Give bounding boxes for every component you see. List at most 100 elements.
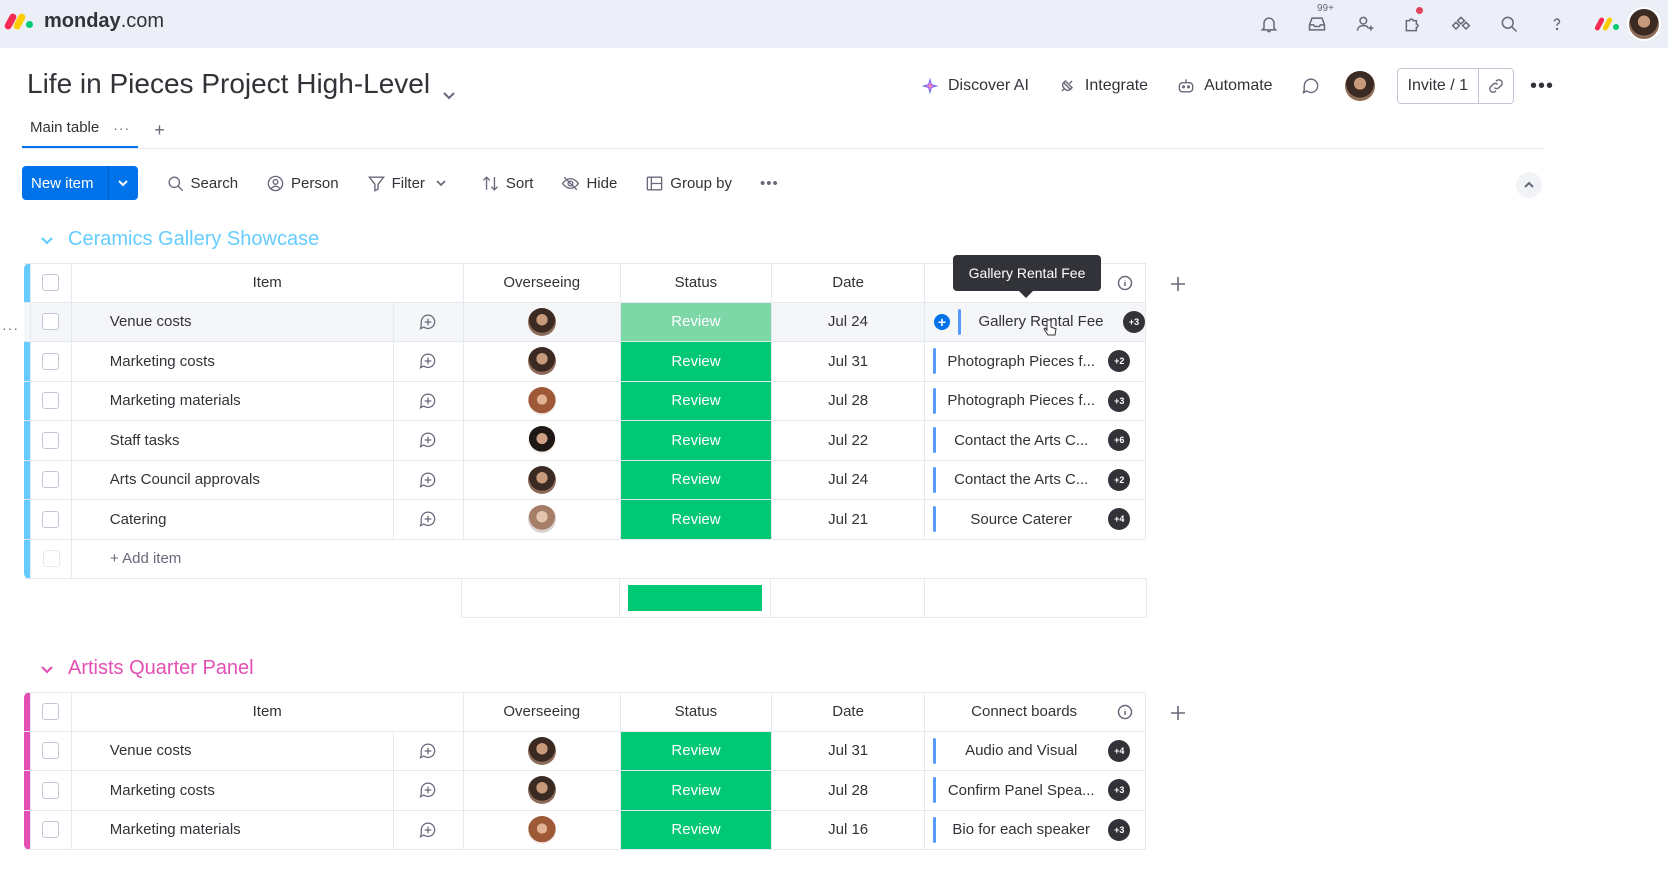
add-column-button[interactable]: [1158, 693, 1198, 732]
connect-boards-cell[interactable]: Contact the Arts C... +6: [925, 421, 1146, 460]
info-icon[interactable]: [1117, 275, 1133, 291]
date-cell[interactable]: Jul 21: [772, 500, 926, 539]
column-header-status[interactable]: Status: [621, 264, 773, 302]
more-items-badge[interactable]: +6: [1108, 429, 1131, 452]
status-cell[interactable]: Review: [620, 381, 773, 420]
connect-boards-cell[interactable]: Confirm Panel Spea... +3: [925, 771, 1146, 810]
help-icon[interactable]: [1533, 0, 1581, 48]
search-button[interactable]: Search: [166, 174, 238, 193]
status-cell[interactable]: Review: [620, 342, 773, 381]
more-items-badge[interactable]: +3: [1122, 310, 1145, 333]
more-items-badge[interactable]: +4: [1108, 739, 1131, 762]
date-cell[interactable]: Jul 31: [772, 342, 926, 381]
chevron-down-icon[interactable]: [107, 166, 138, 200]
bell-icon[interactable]: [1245, 0, 1293, 48]
column-header-item[interactable]: Item: [72, 264, 464, 302]
status-cell[interactable]: Review: [620, 810, 773, 849]
more-items-badge[interactable]: +4: [1108, 508, 1131, 531]
board-title[interactable]: Life in Pieces Project High-Level: [27, 68, 456, 100]
hide-button[interactable]: Hide: [561, 174, 617, 193]
date-cell[interactable]: Jul 24: [772, 460, 926, 499]
row-menu-icon[interactable]: ···: [2, 320, 19, 336]
item-name[interactable]: Arts Council approvals: [72, 460, 395, 499]
row-checkbox[interactable]: [30, 500, 72, 539]
item-name[interactable]: Marketing materials: [72, 381, 395, 420]
more-items-badge[interactable]: +3: [1108, 779, 1131, 802]
new-item-button[interactable]: New item: [22, 166, 138, 200]
table-row[interactable]: Venue costs Review Jul 24 + Gallery Rental F…: [24, 302, 1146, 342]
discover-ai-button[interactable]: Discover AI: [920, 76, 1029, 96]
inbox-icon[interactable]: 99+: [1293, 0, 1341, 48]
overseeing-cell[interactable]: [464, 342, 621, 381]
person-avatar[interactable]: [527, 776, 556, 805]
add-connection-icon[interactable]: +: [933, 313, 950, 330]
status-cell[interactable]: Review: [620, 421, 773, 460]
row-checkbox[interactable]: [30, 731, 72, 770]
linked-item-label[interactable]: Audio and Visual: [946, 742, 1096, 759]
add-update-icon[interactable]: [394, 810, 464, 849]
date-cell[interactable]: Jul 16: [772, 810, 926, 849]
linked-item-label[interactable]: Photograph Pieces f...: [946, 392, 1096, 409]
add-column-button[interactable]: [1158, 264, 1198, 303]
overseeing-cell[interactable]: [464, 460, 621, 499]
connect-boards-cell[interactable]: Photograph Pieces f... +3: [925, 381, 1146, 420]
overseeing-cell[interactable]: [464, 810, 621, 849]
table-row[interactable]: Marketing materials Review Jul 16 Bio for e…: [24, 810, 1146, 850]
status-cell[interactable]: Review: [620, 302, 772, 341]
person-avatar[interactable]: [527, 815, 556, 844]
linked-item-label[interactable]: Gallery Rental Fee: [971, 313, 1111, 330]
status-cell[interactable]: Review: [620, 500, 773, 539]
linked-item-label[interactable]: Contact the Arts C...: [946, 471, 1096, 488]
row-checkbox[interactable]: [30, 381, 72, 420]
connect-boards-cell[interactable]: Bio for each speaker +3: [925, 810, 1146, 849]
add-update-icon[interactable]: [394, 381, 464, 420]
user-avatar[interactable]: [1627, 7, 1661, 41]
add-item-row[interactable]: + Add item: [24, 539, 1146, 579]
person-avatar[interactable]: [527, 386, 556, 415]
more-items-badge[interactable]: +3: [1108, 389, 1131, 412]
table-row[interactable]: Arts Council approvals Review Jul 24 Contac…: [24, 460, 1146, 500]
overseeing-cell[interactable]: [464, 731, 621, 770]
integrate-button[interactable]: Integrate: [1057, 76, 1148, 96]
add-update-icon[interactable]: [394, 302, 464, 341]
table-row[interactable]: Marketing costs Review Jul 28 Confirm Panel…: [24, 771, 1146, 811]
select-all-checkbox[interactable]: [30, 693, 72, 731]
item-name[interactable]: Catering: [72, 500, 395, 539]
product-switcher-icon[interactable]: [1594, 14, 1621, 34]
integrations-icon[interactable]: [1437, 0, 1485, 48]
linked-item-label[interactable]: Confirm Panel Spea...: [946, 782, 1096, 799]
connect-boards-cell[interactable]: Contact the Arts C... +2: [925, 460, 1146, 499]
date-cell[interactable]: Jul 28: [772, 771, 926, 810]
status-cell[interactable]: Review: [620, 731, 773, 770]
puzzle-icon[interactable]: [1389, 0, 1437, 48]
search-icon[interactable]: [1485, 0, 1533, 48]
add-view-button[interactable]: +: [154, 120, 165, 141]
more-items-badge[interactable]: +3: [1108, 818, 1131, 841]
connect-boards-cell[interactable]: Photograph Pieces f... +2: [925, 342, 1146, 381]
connect-boards-cell[interactable]: Audio and Visual +4: [925, 731, 1146, 770]
date-cell[interactable]: Jul 24: [772, 302, 925, 341]
linked-item-label[interactable]: Contact the Arts C...: [946, 432, 1096, 449]
person-avatar[interactable]: [527, 465, 556, 494]
chevron-down-icon[interactable]: [40, 233, 54, 247]
board-member-avatar[interactable]: [1344, 71, 1375, 101]
table-row[interactable]: Venue costs Review Jul 31 Audio and Visual +…: [24, 731, 1146, 771]
connect-boards-cell[interactable]: Source Caterer +4: [925, 500, 1146, 539]
status-cell[interactable]: Review: [620, 771, 773, 810]
table-row[interactable]: Marketing materials Review Jul 28 Photograp…: [24, 381, 1146, 421]
item-name[interactable]: Staff tasks: [72, 421, 395, 460]
add-update-icon[interactable]: [394, 342, 464, 381]
group-title[interactable]: Artists Quarter Panel: [40, 657, 254, 680]
person-avatar[interactable]: [527, 505, 556, 534]
column-header-connect-boards[interactable]: Connect boards: [925, 693, 1146, 731]
item-name[interactable]: Venue costs: [72, 302, 395, 341]
item-name[interactable]: Marketing costs: [72, 342, 395, 381]
person-avatar[interactable]: [527, 347, 556, 376]
column-header-date[interactable]: Date: [772, 264, 926, 302]
person-avatar[interactable]: [527, 736, 556, 765]
row-checkbox[interactable]: [30, 421, 72, 460]
column-header-date[interactable]: Date: [772, 693, 926, 731]
table-row[interactable]: Staff tasks Review Jul 22 Contact the Arts …: [24, 421, 1146, 461]
status-cell[interactable]: Review: [620, 460, 773, 499]
more-items-badge[interactable]: +2: [1108, 468, 1131, 491]
